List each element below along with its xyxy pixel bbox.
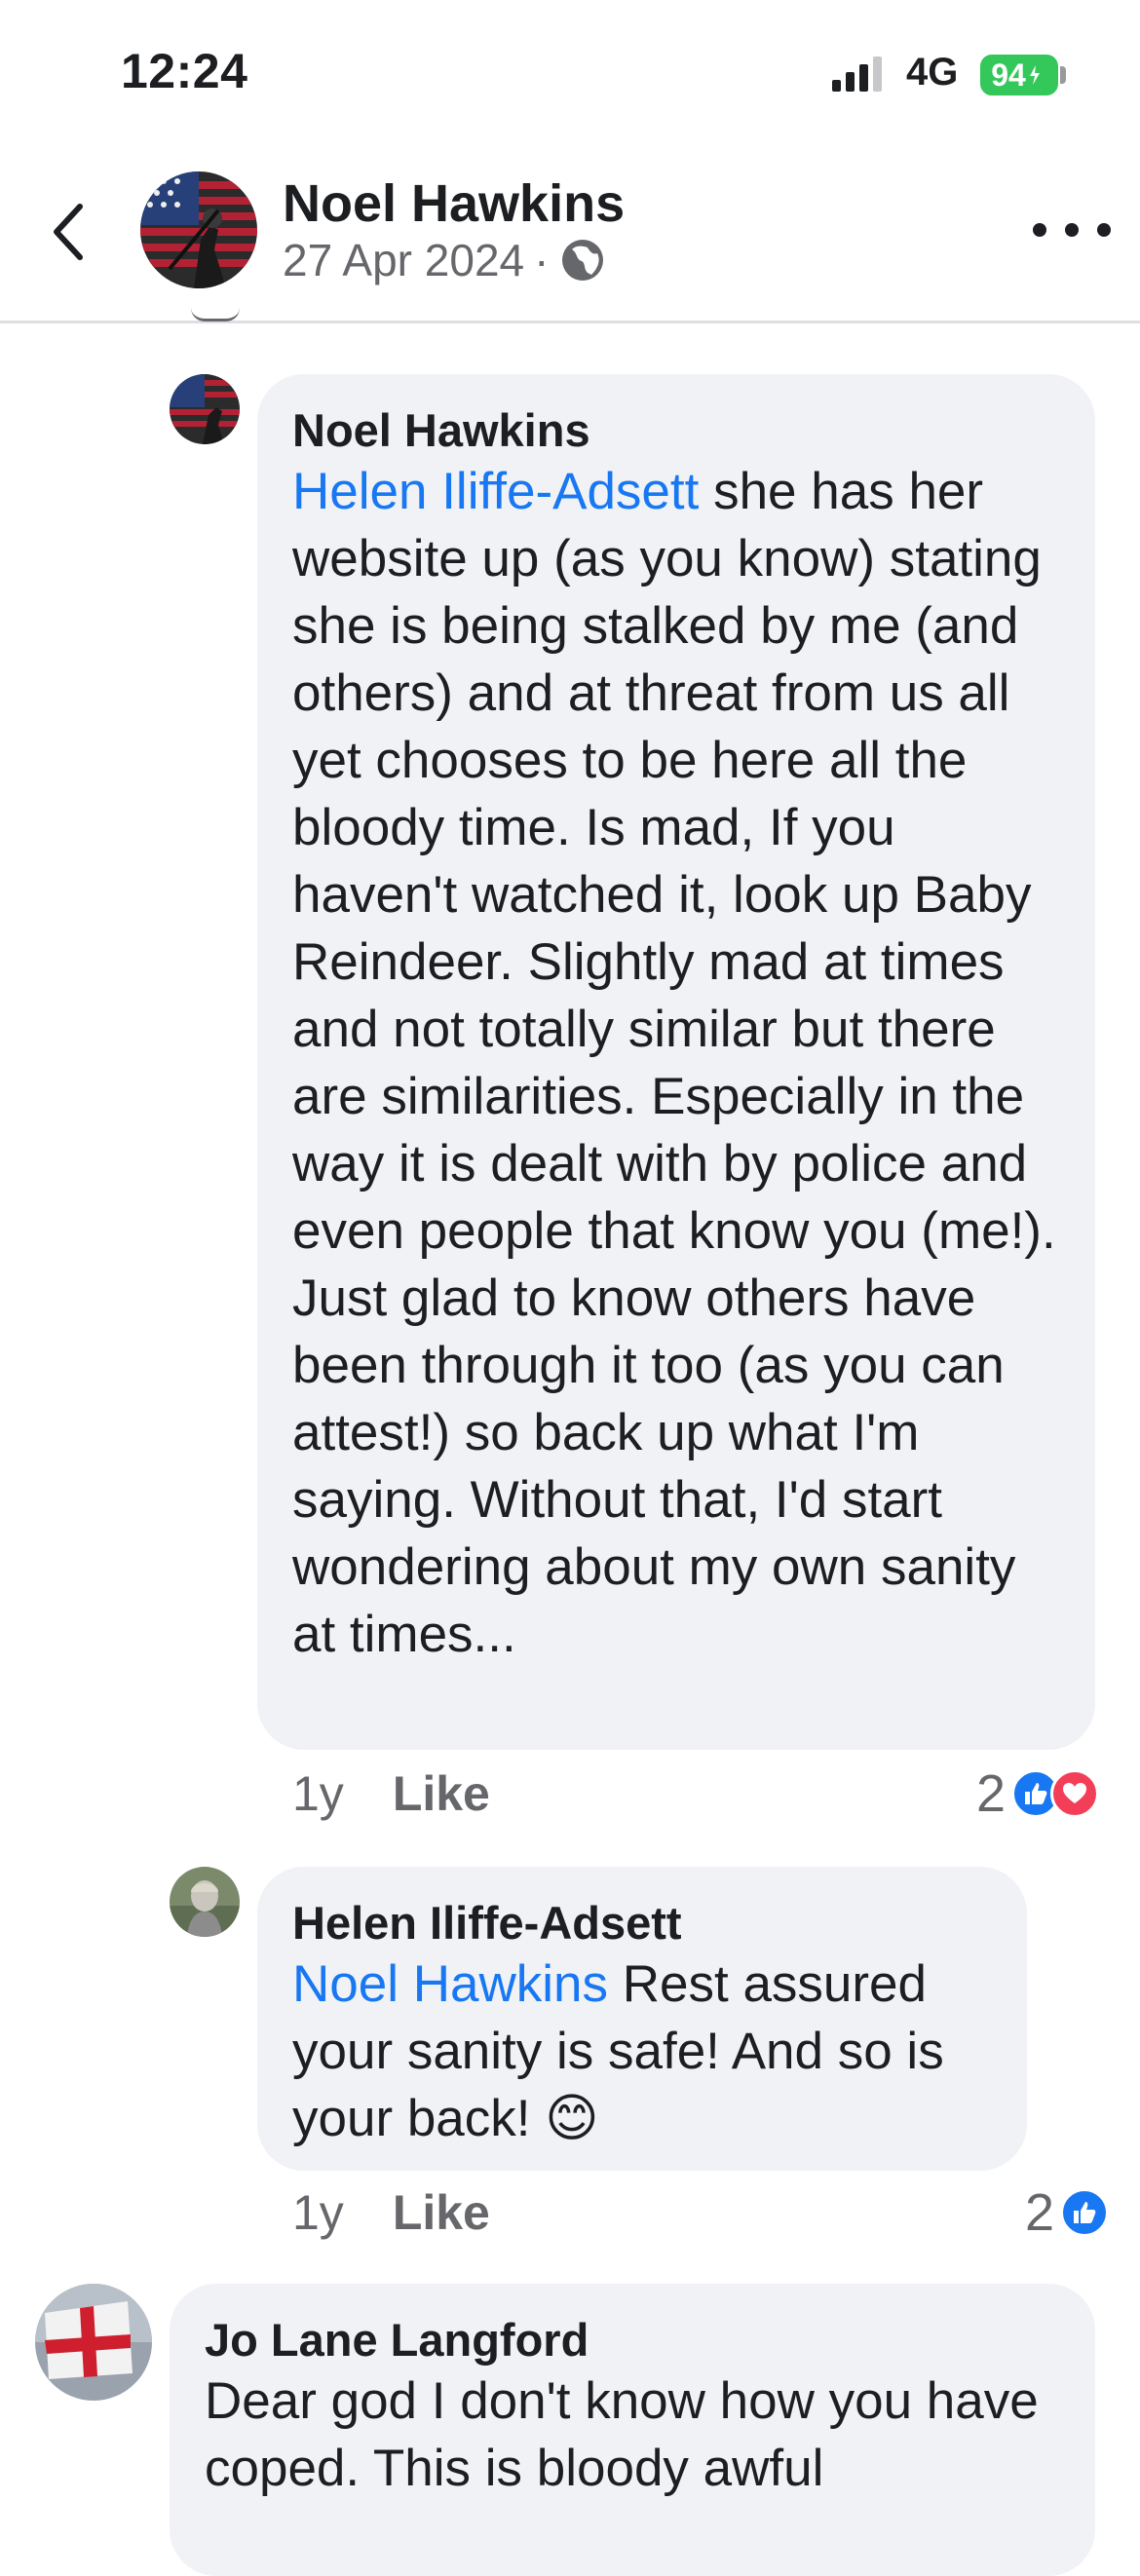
like-icon (1060, 2188, 1110, 2237)
reaction-count: 2 (1025, 2183, 1055, 2242)
comment-avatar[interactable] (35, 2284, 152, 2401)
comment-age: 1y (292, 1766, 344, 1821)
battery-nub (1060, 66, 1066, 84)
network-type: 4G (906, 51, 959, 94)
dot (1097, 223, 1111, 237)
comment-text: Dear god I don't know how you have coped… (205, 2372, 1039, 2497)
more-options-button[interactable] (1033, 208, 1111, 251)
comment-text: Noel Hawkins Rest assured your sanity is… (292, 1951, 992, 2152)
reaction-summary[interactable]: 2 (1025, 2182, 1110, 2243)
comment-age: 1y (292, 2185, 344, 2240)
comment-actions: 1y Like (292, 1765, 490, 1822)
header-avatar[interactable] (140, 171, 257, 288)
comment-bubble: Jo Lane Langford Dear god I don't know h… (170, 2284, 1095, 2576)
post-date: 27 Apr 2024 (283, 235, 525, 285)
comment-author[interactable]: Noel Hawkins (292, 403, 1060, 458)
like-button[interactable]: Like (393, 2184, 490, 2241)
comment-text: Helen Iliffe-Adsett she has her website … (292, 458, 1060, 1668)
comment-mention[interactable]: Noel Hawkins (292, 1955, 608, 2013)
reaction-count: 2 (976, 1764, 1007, 1823)
reaction-summary[interactable]: 2 (976, 1763, 1100, 1824)
status-time: 12:24 (121, 44, 248, 98)
battery-level: 94 (991, 57, 1026, 93)
thread-line (191, 308, 240, 322)
comment-mention[interactable]: Helen Iliffe-Adsett (292, 463, 699, 520)
signal-strength-icon (830, 55, 889, 94)
comment-bubble: Noel Hawkins Helen Iliffe-Adsett she has… (257, 374, 1095, 1750)
comment-author[interactable]: Helen Iliffe-Adsett (292, 1896, 992, 1951)
comment-avatar[interactable] (170, 1867, 240, 1937)
post-author-name[interactable]: Noel Hawkins (283, 173, 625, 234)
dot (1065, 223, 1079, 237)
meta-separator: · (534, 235, 550, 285)
comment-bubble: Helen Iliffe-Adsett Noel Hawkins Rest as… (257, 1867, 1027, 2171)
post-meta: 27 Apr 2024 · (283, 234, 607, 286)
comment-author[interactable]: Jo Lane Langford (205, 2313, 1060, 2368)
love-icon (1050, 1769, 1100, 1818)
back-button[interactable] (39, 193, 97, 271)
comment-body: she has her website up (as you know) sta… (292, 463, 1056, 1663)
dot (1033, 223, 1046, 237)
chevron-left-icon (54, 204, 83, 260)
like-button[interactable]: Like (393, 1765, 490, 1822)
comment-actions: 1y Like (292, 2184, 490, 2241)
battery-icon: 94 (980, 55, 1058, 95)
comment-avatar[interactable] (170, 374, 240, 444)
globe-icon (562, 240, 604, 281)
